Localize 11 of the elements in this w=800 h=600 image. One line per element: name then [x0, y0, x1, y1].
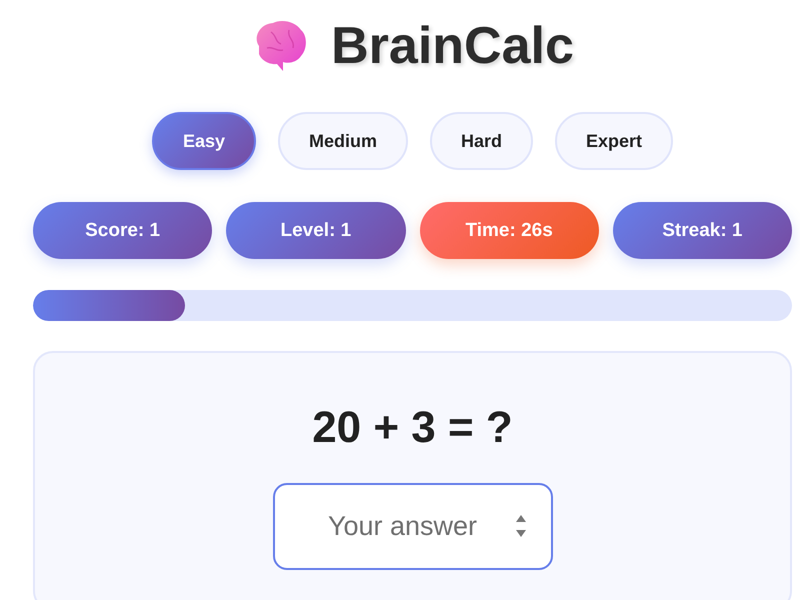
answer-field[interactable]: Your answer	[272, 483, 552, 570]
app-title: BrainCalc	[331, 16, 574, 76]
timer-badge: Time: 26s	[420, 202, 599, 259]
difficulty-tab[interactable]: Hard	[430, 112, 534, 170]
stat-badge: Score: 1	[33, 202, 212, 259]
stat-badge: Streak: 1	[612, 202, 792, 259]
difficulty-tab[interactable]: Expert	[555, 112, 674, 170]
difficulty-tab[interactable]: Easy	[152, 112, 256, 170]
question-text: 20 + 3 = ?	[312, 403, 513, 453]
difficulty-tab[interactable]: Medium	[278, 112, 408, 170]
stat-badge: Level: 1	[226, 202, 406, 259]
